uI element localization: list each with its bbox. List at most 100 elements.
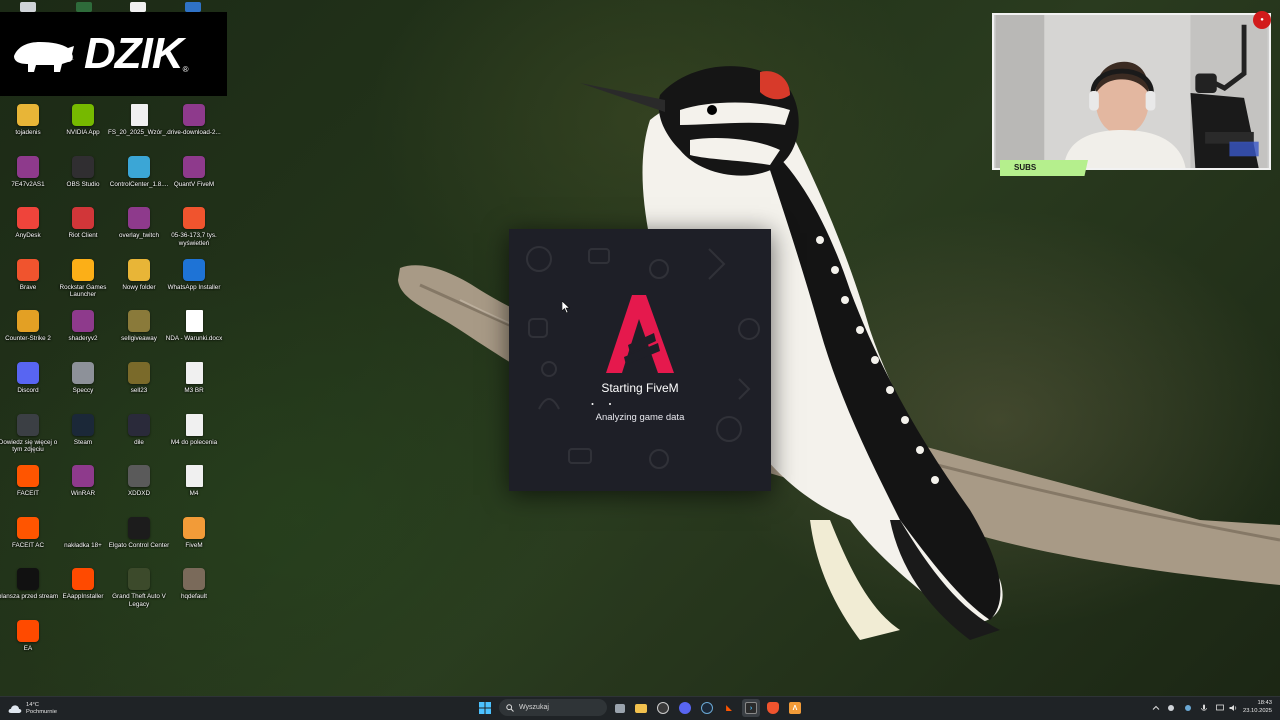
file-explorer-button[interactable] (632, 699, 650, 717)
fivem-button[interactable]: Λ (786, 699, 804, 717)
task-view-button[interactable] (611, 699, 629, 717)
winrar-icon (17, 155, 39, 178)
desktop-icon[interactable]: FACEIT (0, 465, 56, 517)
anydesk-icon (17, 207, 39, 230)
dzik-logo-overlay: DZIK ® (0, 12, 227, 96)
volume-icon[interactable] (1229, 704, 1237, 712)
desktop-icon-label: dile (134, 438, 144, 446)
desktop-icon[interactable]: WinRAR (55, 465, 111, 517)
download-icon (183, 258, 205, 281)
image-icon (128, 362, 150, 384)
discord-button[interactable] (676, 699, 694, 717)
desktop-icon-label: QuantV FiveM (173, 180, 215, 188)
desktop-icon-label: plansza przed stream (0, 593, 59, 601)
desktop-icon[interactable]: Grand Theft Auto V Legacy (111, 568, 167, 620)
obs-button[interactable] (654, 699, 672, 717)
desktop-icon-label: OBS Studio (66, 180, 100, 188)
steam-tray-icon[interactable] (1184, 704, 1192, 712)
terminal-button[interactable]: › (742, 699, 760, 717)
desktop-icon[interactable]: sellgiveaway (111, 310, 167, 362)
clock-date: 23.10.2025 (1242, 707, 1272, 714)
image-icon (128, 465, 150, 488)
desktop-icon[interactable]: nakładka 18+ (55, 517, 111, 569)
desktop-icon[interactable]: QuantV FiveM (166, 155, 222, 208)
obs-icon (72, 155, 94, 178)
desktop-icon[interactable]: EA (0, 620, 56, 672)
desktop-icon[interactable]: OBS Studio (55, 155, 111, 208)
desktop-icon-label: Grand Theft Auto V Legacy (112, 593, 166, 608)
brave-doc-icon (185, 465, 203, 488)
desktop-icon[interactable]: M3 BR (166, 362, 222, 414)
desktop-icon[interactable]: shaderyv2 (55, 310, 111, 362)
steam-button[interactable] (698, 699, 716, 717)
faceit-button[interactable]: ◣ (720, 699, 738, 717)
desktop-icon-label: NDA - Warunki.docx (165, 335, 223, 343)
desktop-icon[interactable]: tojadenis (0, 104, 56, 156)
ea-icon (17, 620, 39, 642)
desktop-icon[interactable]: Steam (55, 413, 111, 466)
desktop-icon[interactable]: Riot Client (55, 207, 111, 259)
partial-icon[interactable] (130, 2, 146, 12)
brave-button[interactable] (764, 699, 782, 717)
desktop-icon[interactable]: NVIDIA App (55, 104, 111, 156)
desktop-icon[interactable]: drive-download-2... (166, 104, 222, 156)
brave-icon (767, 702, 779, 714)
desktop-icon[interactable]: Speccy (55, 362, 111, 414)
desktop-icon-label: M4 (189, 490, 199, 498)
desktop-icon[interactable]: Rockstar Games Launcher (55, 258, 111, 311)
desktop-icon[interactable]: Counter-Strike 2 (0, 310, 56, 362)
desktop-icon-label: M3 BR (184, 387, 204, 394)
desktop-top-partial-icons (0, 0, 225, 12)
brand-name: DZIK (84, 29, 184, 78)
cs2-icon (17, 310, 39, 333)
desktop-icon-label: FiveM (185, 541, 203, 549)
desktop-icon[interactable]: 05-36-173,7 tys. wyświetleń (166, 207, 222, 259)
taskbar-clock[interactable]: 18:43 23.10.2025 (1243, 700, 1272, 715)
desktop-icon[interactable]: 7E47v2AS1 (0, 155, 56, 208)
task-view-icon (615, 703, 625, 713)
mouse-cursor-icon (562, 301, 570, 313)
desktop-icon[interactable]: WhatsApp Installer (166, 258, 222, 311)
desktop-icon[interactable]: Discord (0, 362, 56, 414)
desktop-icon[interactable]: plansza przed stream (0, 568, 59, 620)
desktop-icon-label: EA (23, 645, 33, 652)
desktop-icon[interactable]: Elgato Control Center (109, 516, 169, 569)
tray-app-icon[interactable] (1167, 704, 1175, 712)
desktop-icon[interactable]: ControlCenter_1.8.... (110, 155, 168, 208)
webcam-scene (995, 15, 1268, 168)
taskbar-search[interactable]: Wyszukaj (499, 699, 607, 716)
desktop-icon[interactable]: dile (111, 413, 167, 466)
desktop-icon[interactable]: M4 (166, 465, 222, 517)
desktop-icon[interactable]: AnyDesk (0, 207, 56, 259)
chevron-up-icon[interactable] (1152, 704, 1160, 712)
desktop-icon[interactable]: Brave (0, 258, 56, 311)
desktop-icon[interactable]: NDA - Warunki.docx (166, 310, 222, 362)
camera-icon (17, 413, 39, 436)
desktop-icon[interactable]: sell23 (111, 362, 167, 414)
desktop-icon-label: FACEIT AC (11, 541, 45, 549)
desktop-icon[interactable]: XDDXD (111, 465, 167, 517)
ea-icon (72, 568, 94, 591)
mic-icon[interactable] (1200, 704, 1208, 712)
desktop-icon[interactable]: FACEIT AC (0, 516, 56, 569)
riot-icon (72, 207, 94, 230)
desktop-icon-label: 7E47v2AS1 (11, 180, 45, 188)
desktop-icon[interactable]: Dowiedz się więcej o tym zdjęciu (0, 413, 57, 466)
desktop-icon[interactable]: Nowy folder (111, 258, 167, 311)
desktop-icon[interactable]: hqdefault (166, 568, 222, 620)
boar-icon (14, 42, 74, 72)
partial-icon[interactable] (76, 2, 92, 12)
weather-widget[interactable]: 14°C Pochmurnie (8, 700, 57, 718)
partial-icon[interactable] (20, 2, 36, 12)
desktop-icon-label: drive-download-2... (167, 129, 221, 136)
partial-icon[interactable] (185, 2, 201, 12)
network-icon[interactable] (1216, 704, 1224, 712)
desktop-icon[interactable]: M4 do polecenia (166, 413, 222, 466)
desktop-icon[interactable]: FiveM (166, 516, 222, 569)
desktop-icon[interactable]: EAappInstaller (55, 568, 111, 620)
desktop-icon[interactable]: FS_20_2025_Wzór_... (108, 104, 170, 156)
start-button[interactable] (476, 699, 494, 717)
desktop-icon-label: hqdefault (181, 593, 207, 601)
desktop-icon[interactable]: overlay_twitch (111, 207, 167, 259)
fivem-splash-window: Starting FiveM Analyzing game data (509, 229, 771, 491)
